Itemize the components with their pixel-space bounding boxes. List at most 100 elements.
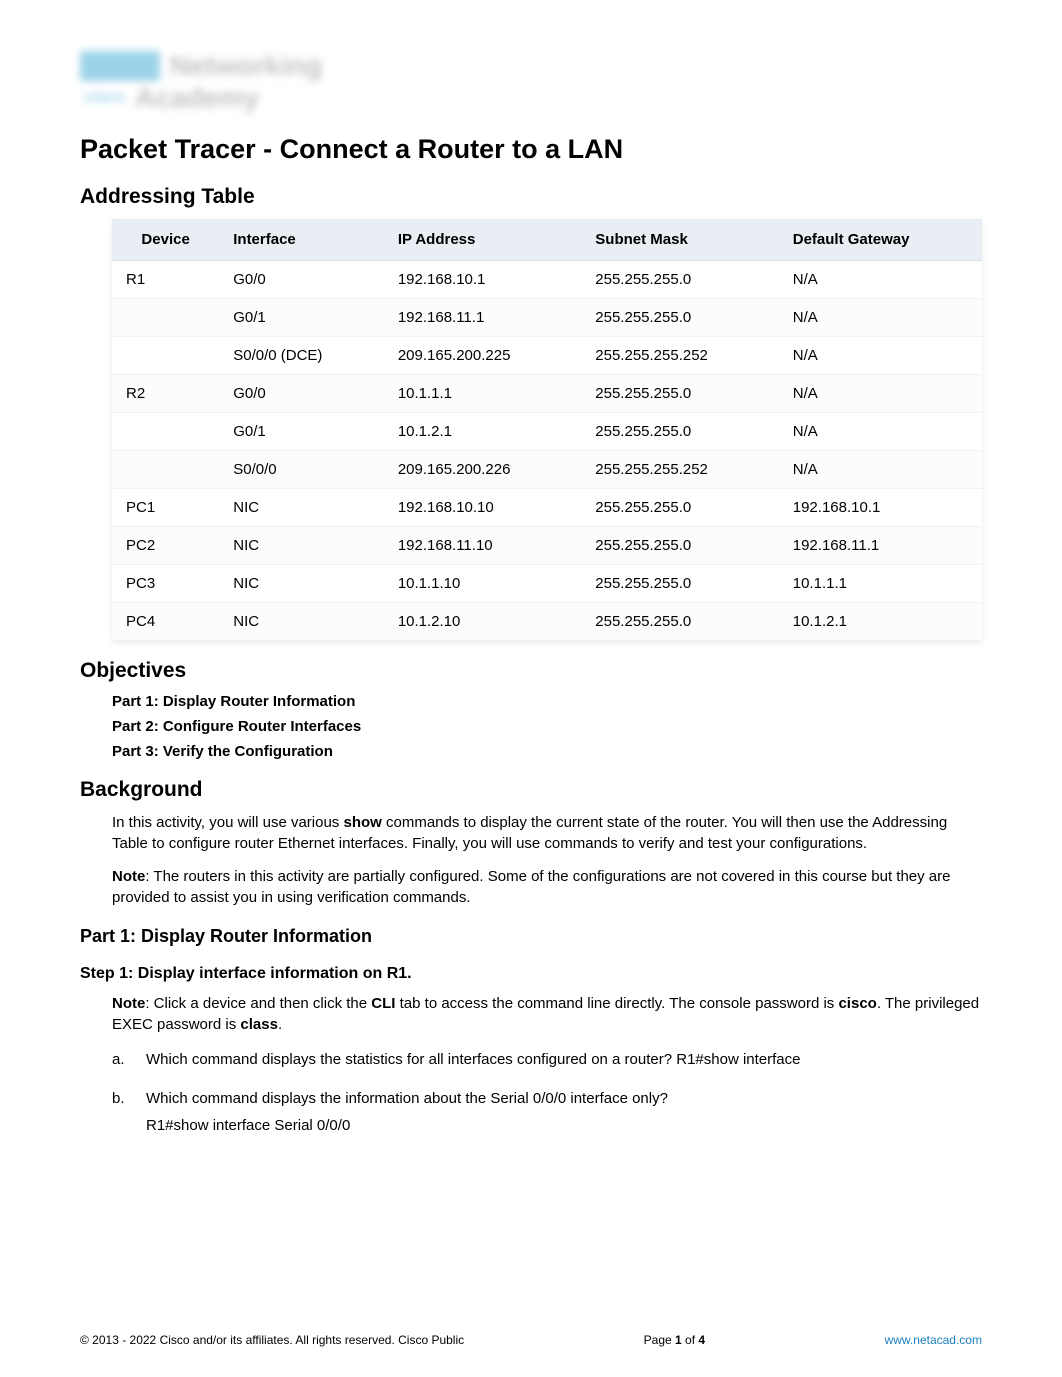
logo-area: Networking cisco Academy xyxy=(80,50,982,114)
table-cell-mask: 255.255.255.0 xyxy=(581,375,778,413)
table-cell-mask: 255.255.255.0 xyxy=(581,489,778,527)
page-number: Page 1 of 4 xyxy=(644,1333,705,1347)
table-cell-ip: 192.168.11.10 xyxy=(384,527,581,565)
table-cell-gw: N/A xyxy=(779,261,982,299)
table-cell-mask: 255.255.255.0 xyxy=(581,603,778,641)
table-cell-ip: 192.168.11.1 xyxy=(384,299,581,337)
table-row: PC1NIC192.168.10.10255.255.255.0192.168.… xyxy=(112,489,982,527)
table-cell-device: R2 xyxy=(112,375,219,413)
table-cell-gw: 192.168.10.1 xyxy=(779,489,982,527)
table-cell-gw: N/A xyxy=(779,299,982,337)
table-row: G0/1192.168.11.1255.255.255.0N/A xyxy=(112,299,982,337)
table-cell-mask: 255.255.255.252 xyxy=(581,337,778,375)
question-a: a. Which command displays the statistics… xyxy=(112,1049,982,1070)
cisco-logo-icon xyxy=(80,51,160,81)
copyright-symbol: © xyxy=(80,1333,89,1347)
show-command-bold: show xyxy=(343,814,381,831)
background-heading: Background xyxy=(80,778,982,802)
table-cell-gw: N/A xyxy=(779,413,982,451)
col-interface: Interface xyxy=(219,219,384,261)
table-cell-mask: 255.255.255.252 xyxy=(581,451,778,489)
table-cell-device: PC4 xyxy=(112,603,219,641)
table-cell-ip: 192.168.10.1 xyxy=(384,261,581,299)
table-cell-gw: 10.1.1.1 xyxy=(779,565,982,603)
col-default-gateway: Default Gateway xyxy=(779,219,982,261)
table-header-row: Device Interface IP Address Subnet Mask … xyxy=(112,219,982,261)
table-cell-ip: 10.1.2.1 xyxy=(384,413,581,451)
table-row: R2G0/010.1.1.1255.255.255.0N/A xyxy=(112,375,982,413)
table-cell-gw: N/A xyxy=(779,451,982,489)
table-row: R1G0/0192.168.10.1255.255.255.0N/A xyxy=(112,261,982,299)
table-cell-device: PC2 xyxy=(112,527,219,565)
col-subnet-mask: Subnet Mask xyxy=(581,219,778,261)
table-cell-gw: N/A xyxy=(779,375,982,413)
table-cell-ip: 10.1.2.10 xyxy=(384,603,581,641)
table-cell-interface: G0/0 xyxy=(219,261,384,299)
table-cell-interface: G0/0 xyxy=(219,375,384,413)
table-cell-device xyxy=(112,413,219,451)
table-cell-interface: NIC xyxy=(219,527,384,565)
addressing-table: Device Interface IP Address Subnet Mask … xyxy=(112,219,982,641)
table-cell-gw: N/A xyxy=(779,337,982,375)
cisco-password-bold: cisco xyxy=(838,995,876,1012)
objectives-heading: Objectives xyxy=(80,659,982,683)
table-row: PC2NIC192.168.11.10255.255.255.0192.168.… xyxy=(112,527,982,565)
table-cell-mask: 255.255.255.0 xyxy=(581,413,778,451)
background-note: Note: The routers in this activity are p… xyxy=(80,866,982,908)
question-letter-b: b. xyxy=(112,1088,130,1136)
table-cell-ip: 10.1.1.1 xyxy=(384,375,581,413)
netacad-link[interactable]: www.netacad.com xyxy=(885,1333,982,1347)
addressing-table-heading: Addressing Table xyxy=(80,185,982,209)
question-list: a. Which command displays the statistics… xyxy=(80,1049,982,1136)
table-cell-interface: NIC xyxy=(219,603,384,641)
page-title: Packet Tracer - Connect a Router to a LA… xyxy=(80,134,982,165)
table-row: S0/0/0209.165.200.226255.255.255.252N/A xyxy=(112,451,982,489)
table-cell-interface: NIC xyxy=(219,489,384,527)
step1-heading: Step 1: Display interface information on… xyxy=(80,965,982,983)
objective-item: Part 2: Configure Router Interfaces xyxy=(112,718,982,735)
table-row: PC4NIC10.1.2.10255.255.255.010.1.2.1 xyxy=(112,603,982,641)
note-label: Note xyxy=(112,868,145,885)
table-cell-device xyxy=(112,451,219,489)
table-cell-ip: 209.165.200.225 xyxy=(384,337,581,375)
background-paragraph: In this activity, you will use various s… xyxy=(80,812,982,854)
table-cell-device xyxy=(112,299,219,337)
table-cell-mask: 255.255.255.0 xyxy=(581,565,778,603)
table-cell-mask: 255.255.255.0 xyxy=(581,527,778,565)
note-label: Note xyxy=(112,995,145,1012)
table-cell-gw: 10.1.2.1 xyxy=(779,603,982,641)
objectives-list: Part 1: Display Router Information Part … xyxy=(80,693,982,760)
table-row: S0/0/0 (DCE)209.165.200.225255.255.255.2… xyxy=(112,337,982,375)
table-cell-interface: S0/0/0 xyxy=(219,451,384,489)
table-cell-mask: 255.255.255.0 xyxy=(581,299,778,337)
table-row: PC3NIC10.1.1.10255.255.255.010.1.1.1 xyxy=(112,565,982,603)
table-cell-ip: 209.165.200.226 xyxy=(384,451,581,489)
table-cell-ip: 192.168.10.10 xyxy=(384,489,581,527)
part1-heading: Part 1: Display Router Information xyxy=(80,926,982,947)
table-row: G0/110.1.2.1255.255.255.0N/A xyxy=(112,413,982,451)
objective-item: Part 1: Display Router Information xyxy=(112,693,982,710)
table-cell-interface: G0/1 xyxy=(219,299,384,337)
table-cell-interface: G0/1 xyxy=(219,413,384,451)
col-device: Device xyxy=(112,219,219,261)
table-cell-ip: 10.1.1.10 xyxy=(384,565,581,603)
step1-note: Note: Click a device and then click the … xyxy=(80,993,982,1035)
col-ip-address: IP Address xyxy=(384,219,581,261)
table-cell-interface: NIC xyxy=(219,565,384,603)
table-cell-device xyxy=(112,337,219,375)
objective-item: Part 3: Verify the Configuration xyxy=(112,743,982,760)
table-cell-device: PC1 xyxy=(112,489,219,527)
question-b-answer: R1#show interface Serial 0/0/0 xyxy=(146,1115,982,1136)
table-cell-device: R1 xyxy=(112,261,219,299)
question-b-text: Which command displays the information a… xyxy=(146,1088,982,1109)
question-letter-a: a. xyxy=(112,1049,130,1070)
table-cell-interface: S0/0/0 (DCE) xyxy=(219,337,384,375)
logo-line2: Academy xyxy=(135,82,260,114)
cisco-brand: cisco xyxy=(84,89,125,107)
question-b: b. Which command displays the informatio… xyxy=(112,1088,982,1136)
logo-line1: Networking xyxy=(170,50,322,82)
page-footer: © 2013 - 2022 Cisco and/or its affiliate… xyxy=(80,1333,982,1347)
question-a-text: Which command displays the statistics fo… xyxy=(146,1049,982,1070)
class-password-bold: class xyxy=(240,1016,278,1033)
table-cell-mask: 255.255.255.0 xyxy=(581,261,778,299)
